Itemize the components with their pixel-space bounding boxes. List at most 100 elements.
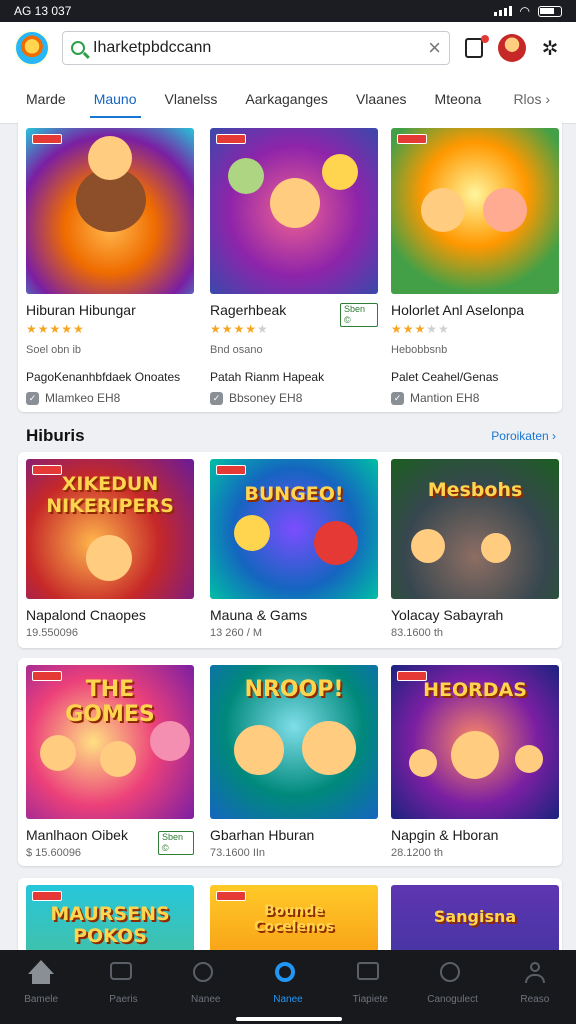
game-tile[interactable]: MAURSENS POKOS: [26, 885, 194, 958]
wifi-icon: ◠: [519, 4, 530, 18]
new-badge: [32, 134, 62, 144]
avatar[interactable]: [498, 34, 526, 62]
nav-home[interactable]: Bamele: [5, 960, 77, 1024]
bag-icon[interactable]: [462, 35, 489, 60]
game-tile[interactable]: HEORDAS Napgin & Hboran 28.1200 th: [391, 665, 559, 860]
game-art-title: NROOP!: [244, 677, 344, 702]
new-badge: [216, 465, 246, 475]
game-thumbnail[interactable]: THE GOMES: [26, 665, 194, 819]
check-icon: ✓: [210, 391, 223, 405]
app-logo[interactable]: [14, 30, 50, 66]
game-title: Gbarhan Hburan: [210, 827, 315, 843]
nav-label: Nanee: [273, 994, 303, 1005]
game-title: Yolacay Sabayrah: [391, 607, 504, 623]
tab-aarkaganges[interactable]: Aarkaganges: [231, 74, 342, 124]
home-icon: [28, 960, 55, 986]
featured-item[interactable]: Holorlet Anl Aselonpa ★★★★★ Hebobbsnb Pa…: [391, 128, 559, 406]
check-icon: ✓: [26, 391, 39, 405]
game-tile[interactable]: XIKEDUN NIKERIPERS Napalond Cnaopes 19.5…: [26, 459, 194, 640]
developer-name: Mantion EH8: [410, 391, 480, 405]
game-thumbnail[interactable]: [26, 128, 194, 294]
tab-vlanelss[interactable]: Vlanelss: [151, 74, 232, 124]
home-indicator: [236, 1017, 342, 1021]
developer-name: Mlamkeo EH8: [45, 391, 121, 405]
nav-search[interactable]: Nanee: [252, 962, 324, 1024]
game-art-title: Sangisna: [433, 907, 517, 926]
featured-card: Hiburan Hibungar ★★★★★ Soel obn ib PagoK…: [18, 118, 562, 412]
game-title: Mauna & Gams: [210, 607, 308, 623]
nav-label: Tiapiete: [352, 994, 388, 1005]
nav-explore[interactable]: Nanee: [170, 962, 242, 1024]
nav-profile[interactable]: Reaso: [499, 962, 571, 1024]
nav-inbox[interactable]: Tiapiete: [334, 962, 406, 1024]
game-subtitle: Soel obn ib: [26, 344, 82, 356]
game-tile[interactable]: Bounde Cocelenos: [210, 885, 378, 958]
tab-mteona[interactable]: Mteona: [421, 74, 496, 124]
game-tile[interactable]: Sangisna: [391, 885, 559, 958]
game-tile[interactable]: NROOP! Gbarhan Hburan 73.1600 IIn: [210, 665, 378, 860]
status-bar: AG 13 037 ◠: [0, 0, 576, 22]
game-thumbnail[interactable]: Mesbohs: [391, 459, 559, 599]
see-all-link[interactable]: Poroikaten ›: [491, 429, 556, 443]
chat-icon: [110, 962, 136, 986]
game-title: Holorlet Anl Aselonpa: [391, 302, 525, 318]
puzzle-icon[interactable]: ✲: [538, 36, 562, 60]
status-time: AG 13 037: [14, 4, 72, 18]
game-thumbnail[interactable]: BUNGEO!: [210, 459, 378, 599]
verified-badge: Sben ©: [340, 303, 378, 327]
new-badge: [32, 891, 62, 901]
game-thumbnail[interactable]: HEORDAS: [391, 665, 559, 819]
rating-stars: ★★★★★: [391, 322, 450, 336]
section-header: Hiburis Poroikaten ›: [26, 426, 556, 446]
profile-icon: [522, 962, 548, 986]
developer-row: ✓ Mantion EH8: [391, 390, 559, 406]
developer-row: ✓ Mlamkeo EH8: [26, 390, 194, 406]
game-thumbnail[interactable]: [210, 128, 378, 294]
new-badge: [216, 891, 246, 901]
nav-chat[interactable]: Paeris: [87, 962, 159, 1024]
developer-name: Bbsoney EH8: [229, 391, 303, 405]
featured-item[interactable]: Ragerhbeak Sben © ★★★★★ Bnd osano Patah …: [210, 128, 378, 406]
game-meta: 19.550096: [26, 627, 78, 639]
game-meta: 13 260 / M: [210, 627, 262, 639]
featured-item[interactable]: Hiburan Hibungar ★★★★★ Soel obn ib PagoK…: [26, 128, 194, 406]
game-thumbnail[interactable]: NROOP!: [210, 665, 378, 819]
clear-icon[interactable]: ×: [428, 37, 441, 59]
check-icon: ✓: [391, 391, 404, 405]
game-tile[interactable]: Mesbohs Yolacay Sabayrah 83.1600 th: [391, 459, 559, 640]
game-meta: 83.1600 th: [391, 627, 443, 639]
game-meta: 73.1600 IIn: [210, 847, 266, 859]
signal-icon: [493, 6, 512, 16]
nav-discover[interactable]: Canogulect: [417, 962, 489, 1024]
game-thumbnail[interactable]: Bounde Cocelenos: [210, 885, 378, 958]
game-art-title: Bounde Cocelenos: [254, 903, 334, 935]
nav-label: Bamele: [24, 994, 59, 1005]
game-thumbnail[interactable]: Sangisna: [391, 885, 559, 958]
game-thumbnail[interactable]: XIKEDUN NIKERIPERS: [26, 459, 194, 599]
tab-vlaanes[interactable]: Vlaanes: [342, 74, 421, 124]
tab-mauno[interactable]: Mauno: [80, 74, 151, 124]
tab-marde[interactable]: Marde: [12, 74, 80, 124]
rating-stars: ★★★★★: [26, 322, 85, 336]
nav-label: Paeris: [109, 994, 138, 1005]
magnifier-icon: [439, 962, 466, 986]
bottom-nav: Bamele Paeris Nanee Nanee Tiapiete Canog…: [0, 950, 576, 1024]
game-art-title: THE GOMES: [65, 677, 155, 727]
games-row: THE GOMES Manlhaon Oibek Sben © $ 15.600…: [18, 658, 562, 866]
game-thumbnail[interactable]: MAURSENS POKOS: [26, 885, 194, 958]
game-thumbnail[interactable]: [391, 128, 559, 294]
search-box[interactable]: ×: [62, 31, 450, 65]
game-info: Patah Rianm Hapeak: [210, 370, 325, 384]
nav-label: Canogulect: [427, 994, 478, 1005]
top-bar: × ✲: [0, 22, 576, 74]
game-art-title: MAURSENS POKOS: [50, 903, 170, 947]
tab-more[interactable]: Rlos ›: [499, 74, 564, 124]
status-icons: ◠: [493, 4, 562, 18]
game-info: PagoKenanhbfdaek Onoates: [26, 370, 181, 384]
search-input[interactable]: [93, 39, 421, 57]
game-tile[interactable]: THE GOMES Manlhaon Oibek Sben © $ 15.600…: [26, 665, 194, 860]
nav-label: Reaso: [520, 994, 550, 1005]
search-icon: [71, 41, 85, 55]
game-tile[interactable]: BUNGEO! Mauna & Gams 13 260 / M: [210, 459, 378, 640]
game-title: Napalond Cnaopes: [26, 607, 146, 623]
